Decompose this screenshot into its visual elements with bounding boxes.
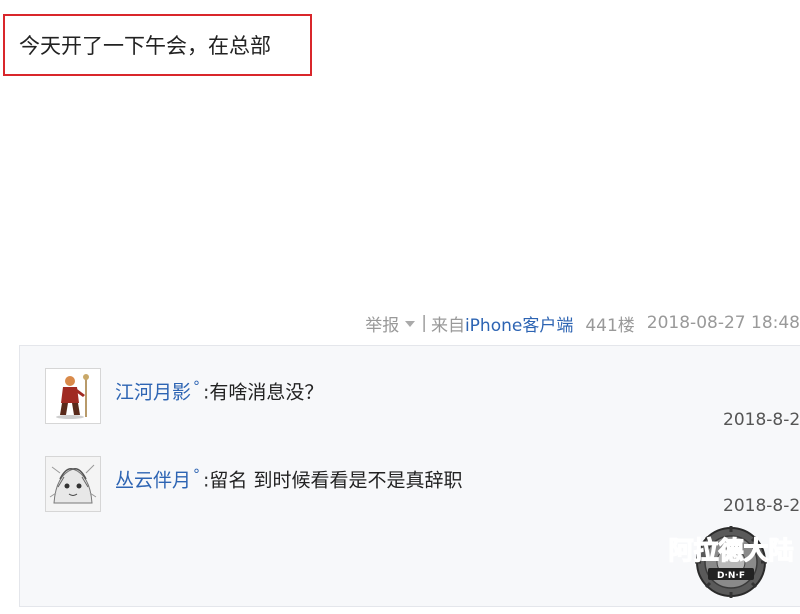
chevron-down-icon[interactable] [405,321,416,327]
reply-line: 丛云伴月 °:留名 到时候看看是不是真辞职 [115,462,462,493]
reply-line: 江河月影 °:有啥消息没？ [115,374,323,405]
avatar-sketch-icon [46,457,100,511]
avatar-character-icon [46,369,100,423]
source-client-link[interactable]: iPhone客户端 [465,311,573,336]
avatar[interactable] [45,456,101,512]
post-tail-bar: 举报 | 来自 iPhone客户端 441楼 2018-08-27 18:48 [365,308,800,338]
separator: | [421,313,427,333]
reply-time: 2018-8-2 [723,410,800,430]
floor-number: 441楼 [585,315,635,336]
watermark-title: 阿拉德大陆 [668,536,793,565]
avatar[interactable] [45,368,101,424]
post-text: 今天开了一下午会，在总部 [19,34,271,58]
dnf-watermark-logo: 阿拉德大陆 D·N·F [668,526,794,598]
reply-text: 留名 到时候看看是不是真辞职 [209,469,463,492]
reply-username[interactable]: 江河月影 [115,381,191,403]
report-link[interactable]: 举报 [365,311,399,336]
user-badge: ° [193,379,201,395]
reply-text: 有啥消息没？ [209,381,324,404]
post-datetime: 2018-08-27 18:48 [646,313,800,333]
source-label: 来自 [430,315,465,336]
forum-post-page: 今天开了一下午会，在总部 举报 | 来自 iPhone客户端 441楼 2018… [0,0,800,614]
reply-time: 2018-8-2 [723,496,800,516]
reply-username[interactable]: 丛云伴月 [115,469,191,491]
highlighted-post-content: 今天开了一下午会，在总部 [3,14,312,76]
watermark-sub: D·N·F [717,571,745,581]
user-badge: ° [193,467,201,483]
